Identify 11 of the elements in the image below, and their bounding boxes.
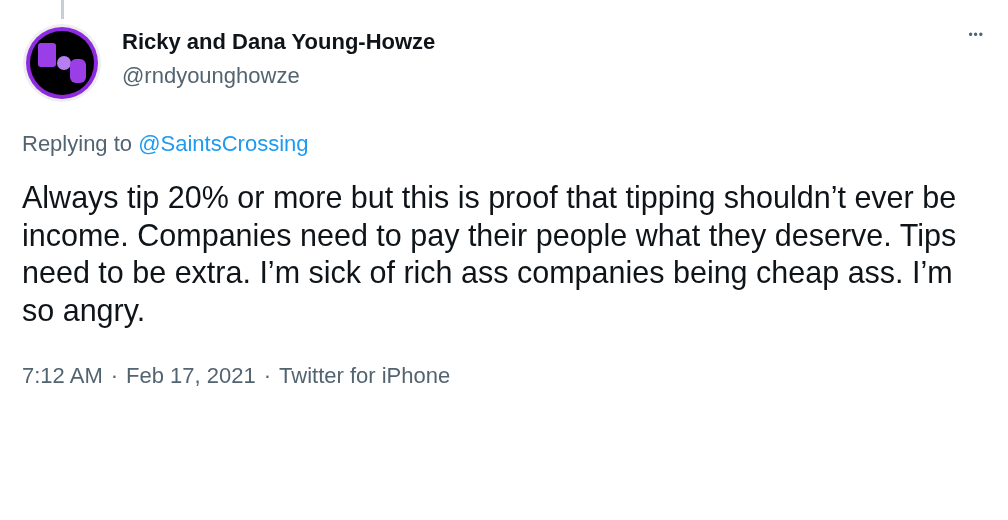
replying-to-text: Replying to @SaintsCrossing: [22, 130, 310, 158]
separator-dot: ·: [263, 362, 272, 390]
author-name[interactable]: Ricky and Dana Young-Howze: [122, 28, 436, 56]
tweet-date[interactable]: Feb 17, 2021: [126, 362, 256, 390]
tweet-source: Twitter for iPhone: [279, 362, 451, 390]
tweet-time[interactable]: 7:12 AM: [22, 362, 103, 390]
author-handle[interactable]: @rndyounghowze: [122, 62, 436, 90]
avatar-icon[interactable]: [22, 23, 102, 103]
tweet-text: Always tip 20% or more but this is proof that tipping shouldn’t ever be income. Companies need to pay their people what they deserve. Tips need to be extra. I’m sick of rich ass companies being cheap ass. I’m so angry.: [22, 179, 958, 329]
more-menu-button[interactable]: •••: [968, 28, 984, 42]
separator-dot: ·: [110, 362, 119, 390]
